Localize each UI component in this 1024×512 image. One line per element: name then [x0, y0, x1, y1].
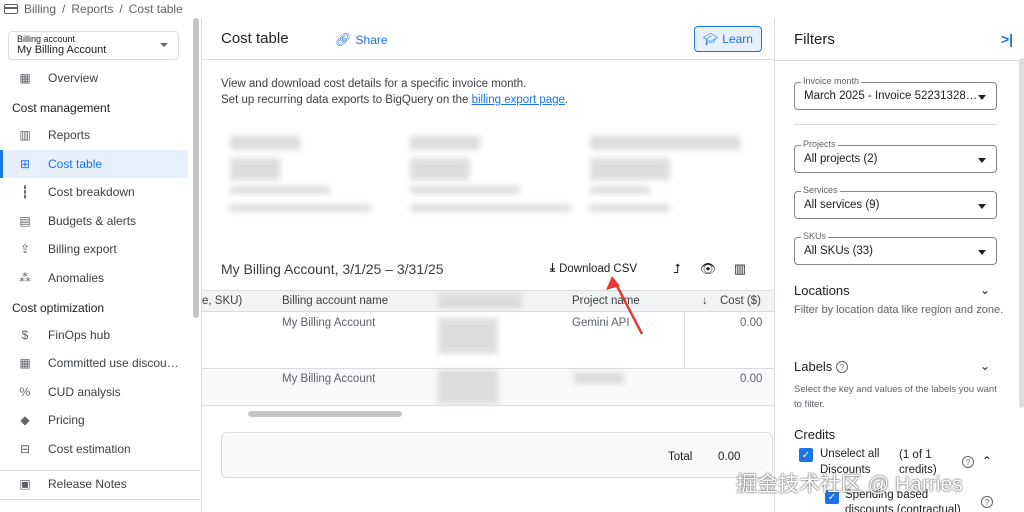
sidebar-item-label: Overview — [48, 71, 99, 85]
budget-icon: ▤ — [19, 214, 31, 228]
chevron-up-icon[interactable]: ⌃ — [982, 454, 992, 468]
locations-help: Filter by location data like region and … — [794, 304, 1004, 316]
caret-down-icon — [978, 204, 986, 209]
sidebar-item-label: Cost table — [48, 157, 103, 171]
sidebar-item-budgets-alerts[interactable]: ▤ Budgets & alerts — [0, 207, 188, 235]
calculator-icon: ⊟ — [19, 442, 31, 456]
billing-icon — [4, 4, 18, 14]
skus-value: All SKUs (33) — [804, 245, 874, 257]
upload-icon: ⇪ — [19, 242, 31, 256]
projects-select[interactable]: Projects All projects (2) — [794, 139, 997, 173]
dollar-circle-icon: $ — [21, 328, 29, 342]
breadcrumb-separator: / — [62, 2, 66, 16]
filters-panel: Filters >| Invoice month March 2025 - In… — [774, 18, 1024, 512]
table-icon: ⊞ — [19, 157, 31, 171]
sidebar-item-label: FinOps hub — [48, 328, 111, 342]
sidebar-item-overview[interactable]: ▦ Overview — [0, 64, 188, 92]
help-icon[interactable]: ? — [981, 496, 993, 508]
sidebar-item-label: Billing export — [48, 242, 117, 256]
collapse-panel-icon[interactable]: >| — [1001, 31, 1013, 47]
sidebar-item-finops-hub[interactable]: $ FinOps hub — [0, 321, 188, 349]
filters-title: Filters — [794, 31, 835, 48]
sidebar-item-label: Pricing — [48, 413, 85, 427]
labels-help: Select the key and values of the labels … — [794, 384, 997, 410]
waterfall-chart-icon: ┇ — [21, 185, 29, 199]
sidebar-item-release-notes[interactable]: ▣ Release Notes — [0, 470, 188, 498]
breadcrumb: Billing / Reports / Cost table — [0, 0, 202, 18]
chevron-down-icon[interactable]: ⌄ — [980, 283, 990, 297]
sidebar-item-committed-use-discounts[interactable]: ▦ Committed use discou… — [0, 349, 188, 377]
projects-value: All projects (2) — [804, 153, 878, 165]
help-icon[interactable]: ? — [962, 456, 974, 468]
chevron-down-icon[interactable]: ⌄ — [980, 359, 990, 373]
breadcrumb-cost-table: Cost table — [128, 2, 183, 16]
filters-divider — [775, 60, 1024, 61]
sidebar-item-label: Budgets & alerts — [48, 214, 137, 228]
sidebar-item-label: Reports — [48, 128, 91, 142]
sidebar-item-anomalies[interactable]: ⁂ Anomalies — [0, 264, 188, 292]
credits-title: Credits — [794, 427, 836, 442]
sidebar-item-cost-estimation[interactable]: ⊟ Cost estimation — [0, 435, 188, 463]
caret-down-icon — [978, 95, 986, 100]
breadcrumb-reports[interactable]: Reports — [71, 2, 113, 16]
sidebar-item-label: Cost breakdown — [48, 185, 135, 199]
services-label: Services — [801, 185, 840, 195]
breadcrumb-billing[interactable]: Billing — [24, 2, 56, 16]
percent-icon: % — [19, 385, 31, 399]
services-select[interactable]: Services All services (9) — [794, 185, 997, 219]
sidebar-item-label: Release Notes — [48, 477, 127, 491]
arrow-shaft — [614, 283, 644, 335]
caret-down-icon — [978, 250, 986, 255]
invoice-month-label: Invoice month — [801, 76, 862, 86]
dashboard-icon: ▦ — [19, 71, 31, 85]
projects-label: Projects — [801, 139, 838, 149]
billing-account-value: My Billing Account — [17, 44, 107, 56]
caret-down-icon — [160, 43, 168, 47]
sidebar-item-billing-export[interactable]: ⇪ Billing export — [0, 235, 188, 263]
skus-select[interactable]: SKUs All SKUs (33) — [794, 231, 997, 265]
annotation-arrow — [606, 276, 644, 335]
billing-account-label: Billing account — [17, 34, 76, 44]
discounts-contractual-label: discounts (contractual) — [845, 504, 961, 512]
sidebar-item-label: Committed use discou… — [48, 356, 179, 370]
section-cost-management: Cost management — [12, 101, 111, 115]
main-content: Cost table 🔗︎ Share 🎓︎ Learn View and do… — [202, 18, 774, 512]
watermark: 掘金技术社区 @ Harries — [736, 473, 963, 496]
locations-title[interactable]: Locations — [794, 283, 850, 298]
invoice-month-value: March 2025 - Invoice 52231328… — [804, 90, 978, 102]
sidebar-scrollbar[interactable] — [193, 18, 199, 318]
sidebar-item-label: CUD analysis — [48, 385, 121, 399]
caret-down-icon — [978, 158, 986, 163]
skus-label: SKUs — [801, 231, 829, 241]
billing-account-select[interactable]: Billing account My Billing Account — [8, 31, 179, 60]
unselect-all-checkbox[interactable]: ✓ — [799, 448, 813, 462]
unselect-all-label: Unselect all — [820, 448, 880, 460]
sidebar-item-cost-table[interactable]: ⊞ Cost table — [0, 150, 188, 178]
filters-divider — [794, 124, 997, 125]
sidebar-item-pricing[interactable]: ◆ Pricing — [0, 406, 188, 434]
sidebar-item-label: Anomalies — [48, 271, 105, 285]
sidebar-item-reports[interactable]: ▥ Reports — [0, 121, 188, 149]
sidebar-item-cud-analysis[interactable]: % CUD analysis — [0, 378, 188, 406]
sidebar-divider — [0, 499, 200, 500]
breadcrumb-separator: / — [119, 2, 123, 16]
sidebar-item-label: Cost estimation — [48, 442, 131, 456]
discount-grid-icon: ▦ — [19, 356, 31, 370]
bar-chart-icon: ▥ — [19, 128, 31, 142]
sidebar: Billing account My Billing Account ▦ Ove… — [0, 18, 202, 512]
invoice-month-select[interactable]: Invoice month March 2025 - Invoice 52231… — [794, 76, 997, 110]
filters-scrollbar[interactable] — [1019, 58, 1024, 408]
services-value: All services (9) — [804, 199, 880, 211]
sidebar-item-cost-breakdown[interactable]: ┇ Cost breakdown — [0, 178, 188, 206]
notes-icon: ▣ — [19, 477, 31, 491]
labels-title[interactable]: Labels — [794, 359, 832, 374]
help-icon[interactable]: ? — [836, 361, 848, 373]
section-cost-optimization: Cost optimization — [12, 301, 105, 315]
anomaly-icon: ⁂ — [19, 271, 31, 285]
tag-icon: ◆ — [20, 413, 30, 427]
